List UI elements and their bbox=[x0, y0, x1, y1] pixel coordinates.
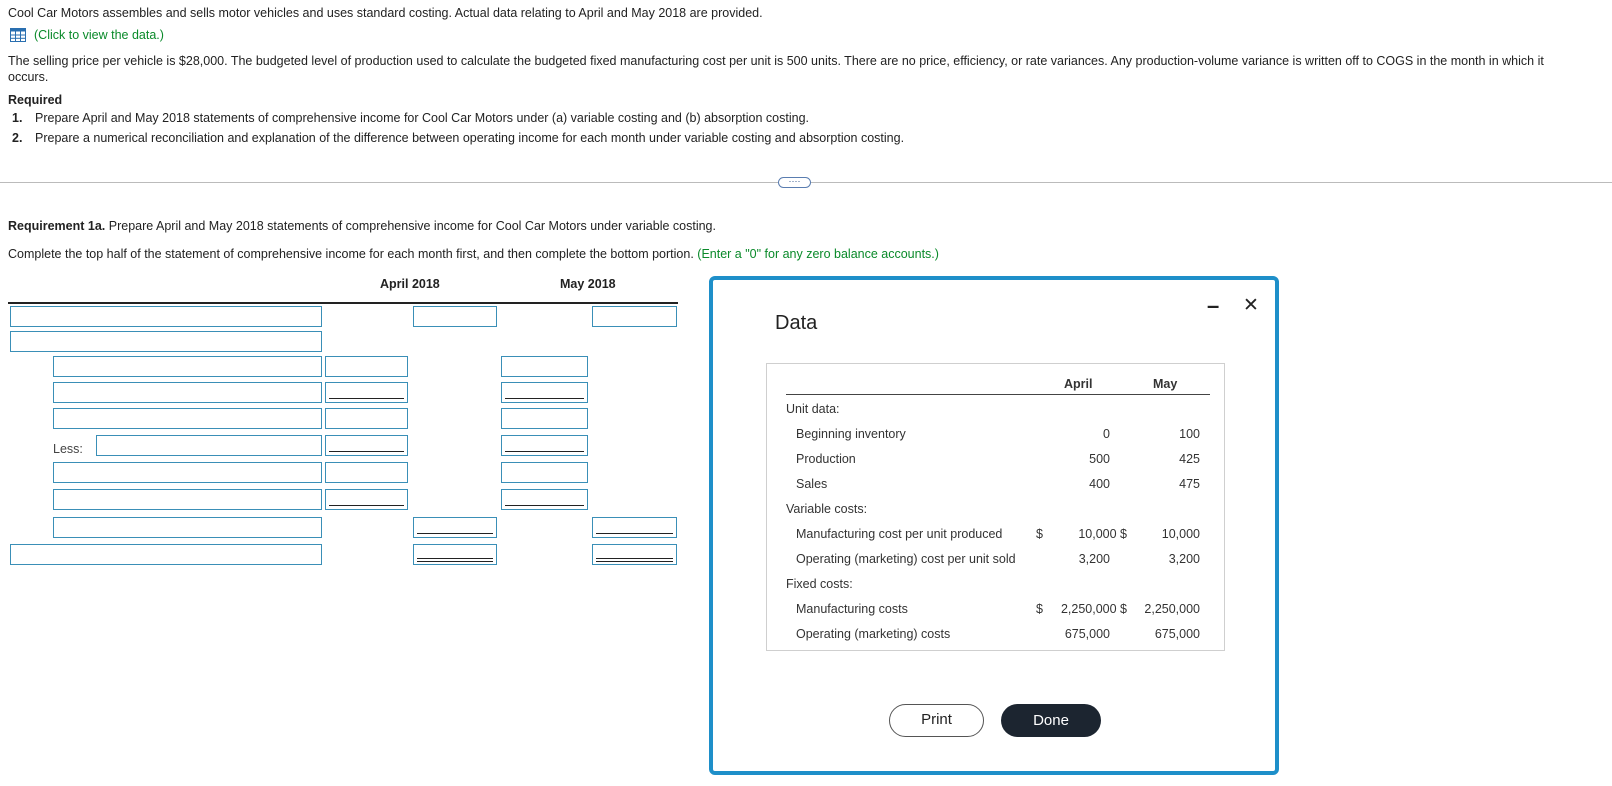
data-col-april: April bbox=[1064, 377, 1093, 391]
cost-label-input-2[interactable] bbox=[53, 382, 322, 403]
sales-april: 400 bbox=[1089, 477, 1110, 491]
variable-costs-heading: Variable costs: bbox=[786, 502, 868, 516]
operating-income-april-input[interactable] bbox=[413, 544, 497, 565]
req2-number: 2. bbox=[12, 131, 23, 145]
cost-april-input-5[interactable] bbox=[325, 462, 408, 483]
production-may: 425 bbox=[1179, 452, 1200, 466]
revenue-may-input[interactable] bbox=[592, 306, 677, 327]
req2-text: Prepare a numerical reconciliation and e… bbox=[35, 131, 905, 145]
mfg-costs-label: Manufacturing costs bbox=[796, 602, 908, 616]
total-may-input[interactable] bbox=[592, 517, 677, 538]
op-cost-unit-april: 3,200 bbox=[1078, 552, 1110, 566]
beginning-inventory-april: 0 bbox=[1103, 427, 1110, 441]
column-header-april: April 2018 bbox=[380, 277, 440, 291]
more-button[interactable]: ···· bbox=[778, 177, 811, 188]
cost-april-input-6[interactable] bbox=[325, 489, 408, 510]
op-cost-unit-may: 3,200 bbox=[1168, 552, 1200, 566]
cost-april-input-2[interactable] bbox=[325, 382, 408, 403]
op-costs-label: Operating (marketing) costs bbox=[796, 627, 951, 641]
revenue-label-input[interactable] bbox=[10, 306, 322, 327]
data-header-rule bbox=[786, 394, 1210, 395]
data-table: April May Unit data: Beginning inventory… bbox=[766, 363, 1225, 651]
cost-april-input-3[interactable] bbox=[325, 408, 408, 429]
mfg-cost-unit-currency: $ bbox=[1036, 527, 1043, 541]
intro-paragraph-continued: occurs. bbox=[8, 70, 49, 84]
requirement-title: Requirement 1a. Prepare April and May 20… bbox=[8, 219, 716, 233]
column-header-may: May 2018 bbox=[560, 277, 616, 291]
intro-line: Cool Car Motors assembles and sells moto… bbox=[8, 6, 763, 20]
print-button[interactable]: Print bbox=[889, 704, 984, 737]
done-button[interactable]: Done bbox=[1001, 704, 1101, 737]
less-april-input[interactable] bbox=[325, 435, 408, 456]
production-label: Production bbox=[796, 452, 856, 466]
cost-may-input-2[interactable] bbox=[501, 382, 588, 403]
zero-hint: (Enter a "0" for any zero balance accoun… bbox=[697, 247, 939, 261]
sales-may: 475 bbox=[1179, 477, 1200, 491]
instruction: Complete the top half of the statement o… bbox=[8, 247, 939, 261]
minimize-icon[interactable]: – bbox=[1207, 295, 1219, 317]
op-costs-may: 675,000 bbox=[1154, 627, 1200, 641]
less-may-input[interactable] bbox=[501, 435, 588, 456]
req1-text: Prepare April and May 2018 statements of… bbox=[35, 111, 809, 125]
cost-label-input-3[interactable] bbox=[53, 408, 322, 429]
beginning-inventory-may: 100 bbox=[1179, 427, 1200, 441]
modal-title: Data bbox=[775, 312, 818, 334]
instruction-text: Complete the top half of the statement o… bbox=[8, 247, 694, 261]
cost-label-input-5[interactable] bbox=[53, 462, 322, 483]
operating-income-may-input[interactable] bbox=[592, 544, 677, 565]
close-icon[interactable]: ✕ bbox=[1243, 296, 1259, 316]
section-label-input[interactable] bbox=[10, 331, 322, 352]
production-april: 500 bbox=[1089, 452, 1110, 466]
cost-label-input-6[interactable] bbox=[53, 489, 322, 510]
mfg-cost-unit-may: 10,000 bbox=[1161, 527, 1200, 541]
beginning-inventory-label: Beginning inventory bbox=[796, 427, 906, 441]
table-icon[interactable] bbox=[10, 28, 26, 42]
requirement-text: Prepare April and May 2018 statements of… bbox=[105, 219, 716, 233]
data-modal: Data – ✕ April May Unit data: Beginning … bbox=[709, 276, 1279, 775]
requirement-label: Requirement 1a. bbox=[8, 219, 106, 233]
fixed-costs-heading: Fixed costs: bbox=[786, 577, 853, 591]
required-heading: Required bbox=[8, 93, 63, 107]
op-costs-april: 675,000 bbox=[1064, 627, 1110, 641]
cost-may-input-1[interactable] bbox=[501, 356, 588, 377]
revenue-april-input[interactable] bbox=[413, 306, 497, 327]
cost-may-input-5[interactable] bbox=[501, 462, 588, 483]
cost-april-input-1[interactable] bbox=[325, 356, 408, 377]
mfg-cost-unit-april: 10,000 $ bbox=[1078, 527, 1127, 541]
total-label-input[interactable] bbox=[53, 517, 322, 538]
less-label: Less: bbox=[53, 442, 83, 456]
op-cost-unit-label: Operating (marketing) cost per unit sold bbox=[796, 552, 1016, 566]
sales-label: Sales bbox=[796, 477, 828, 491]
cost-may-input-6[interactable] bbox=[501, 489, 588, 510]
cost-label-input-1[interactable] bbox=[53, 356, 322, 377]
cost-may-input-3[interactable] bbox=[501, 408, 588, 429]
data-col-may: May bbox=[1153, 377, 1178, 391]
unit-data-heading: Unit data: bbox=[786, 402, 840, 416]
mfg-costs-april: 2,250,000 $ bbox=[1060, 602, 1127, 616]
intro-paragraph: The selling price per vehicle is $28,000… bbox=[8, 54, 1544, 68]
req1-number: 1. bbox=[12, 111, 23, 125]
view-data-link[interactable]: (Click to view the data.) bbox=[34, 28, 164, 42]
mfg-cost-unit-label: Manufacturing cost per unit produced bbox=[796, 527, 1003, 541]
operating-income-label-input[interactable] bbox=[10, 544, 322, 565]
mfg-costs-may: 2,250,000 bbox=[1144, 602, 1200, 616]
header-rule bbox=[8, 302, 678, 304]
total-april-input[interactable] bbox=[413, 517, 497, 538]
less-label-input[interactable] bbox=[96, 435, 322, 456]
